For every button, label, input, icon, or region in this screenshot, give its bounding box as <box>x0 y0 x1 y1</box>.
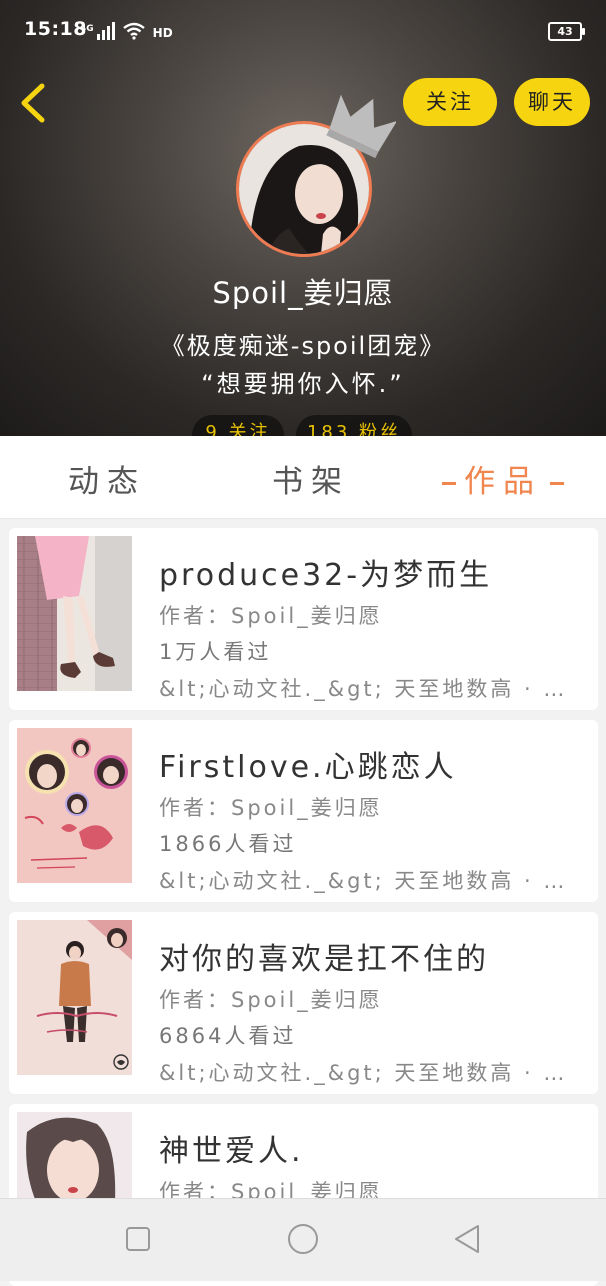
chevron-left-icon <box>21 83 45 123</box>
work-views: 6864人看过 <box>159 1024 297 1048</box>
profile-header: 15:18 4G HD 43 关注 聊天 Spoil_姜归愿 《极度痴迷-spo… <box>0 0 606 436</box>
back-button[interactable] <box>14 80 54 126</box>
status-icons: 4G HD <box>80 20 173 40</box>
crown-icon <box>326 94 396 159</box>
work-card[interactable]: 对你的喜欢是扛不住的 作者：Spoil_姜归愿 6864人看过 &lt;心动文社… <box>9 912 598 1094</box>
fans-count[interactable]: 183 粉丝 <box>296 415 412 436</box>
work-title: produce32-为梦而生 <box>159 558 493 593</box>
work-title: 对你的喜欢是扛不住的 <box>159 942 489 977</box>
system-nav-bar <box>0 1198 606 1281</box>
circle-icon[interactable] <box>285 1221 321 1257</box>
chat-button[interactable]: 聊天 <box>514 78 590 126</box>
work-meta: &lt;心动文社._&gt; 天至地数高 · … <box>159 869 568 893</box>
signal-icon: 4G <box>80 22 115 40</box>
work-card[interactable]: Firstlove.心跳恋人 作者：Spoil_姜归愿 1866人看过 &lt;… <box>9 720 598 902</box>
status-bar: 15:18 4G HD 43 <box>0 0 606 60</box>
square-icon[interactable] <box>120 1221 156 1257</box>
user-quote: “想要拥你入怀.” <box>201 370 405 398</box>
book-cover <box>17 920 132 1075</box>
book-cover <box>17 536 132 691</box>
follow-button[interactable]: 关注 <box>403 78 497 126</box>
work-author: 作者：Spoil_姜归愿 <box>159 604 383 628</box>
work-author: 作者：Spoil_姜归愿 <box>159 796 383 820</box>
book-cover <box>17 728 132 883</box>
work-meta: &lt;心动文社._&gt; 天至地数高 · … <box>159 1061 568 1085</box>
work-title: 神世爱人. <box>159 1134 304 1169</box>
work-card[interactable]: produce32-为梦而生 作者：Spoil_姜归愿 1万人看过 &lt;心动… <box>9 528 598 710</box>
hd-icon: HD <box>152 26 173 40</box>
work-views: 1万人看过 <box>159 640 272 664</box>
tab-shelf[interactable]: 书架 <box>272 456 350 501</box>
profile-tabs: 动态 书架 作品 <box>0 436 606 519</box>
battery-icon: 43 <box>548 22 585 41</box>
wifi-icon <box>122 22 145 40</box>
tab-feed[interactable]: 动态 <box>68 456 146 501</box>
following-count[interactable]: 9 关注 <box>192 415 284 436</box>
tab-works[interactable]: 作品 <box>434 456 572 501</box>
battery-level: 43 <box>557 25 573 38</box>
tab-works-label: 作品 <box>464 464 542 500</box>
work-views: 1866人看过 <box>159 832 297 856</box>
network-type: 4G <box>80 24 94 34</box>
work-title: Firstlove.心跳恋人 <box>159 750 457 785</box>
status-time: 15:18 <box>24 18 87 40</box>
triangle-back-icon[interactable] <box>450 1221 486 1257</box>
user-tag: 《极度痴迷-spoil团宠》 <box>160 332 446 360</box>
work-meta: &lt;心动文社._&gt; 天至地数高 · … <box>159 677 568 701</box>
username: Spoil_姜归愿 <box>212 276 394 310</box>
work-author: 作者：Spoil_姜归愿 <box>159 988 383 1012</box>
